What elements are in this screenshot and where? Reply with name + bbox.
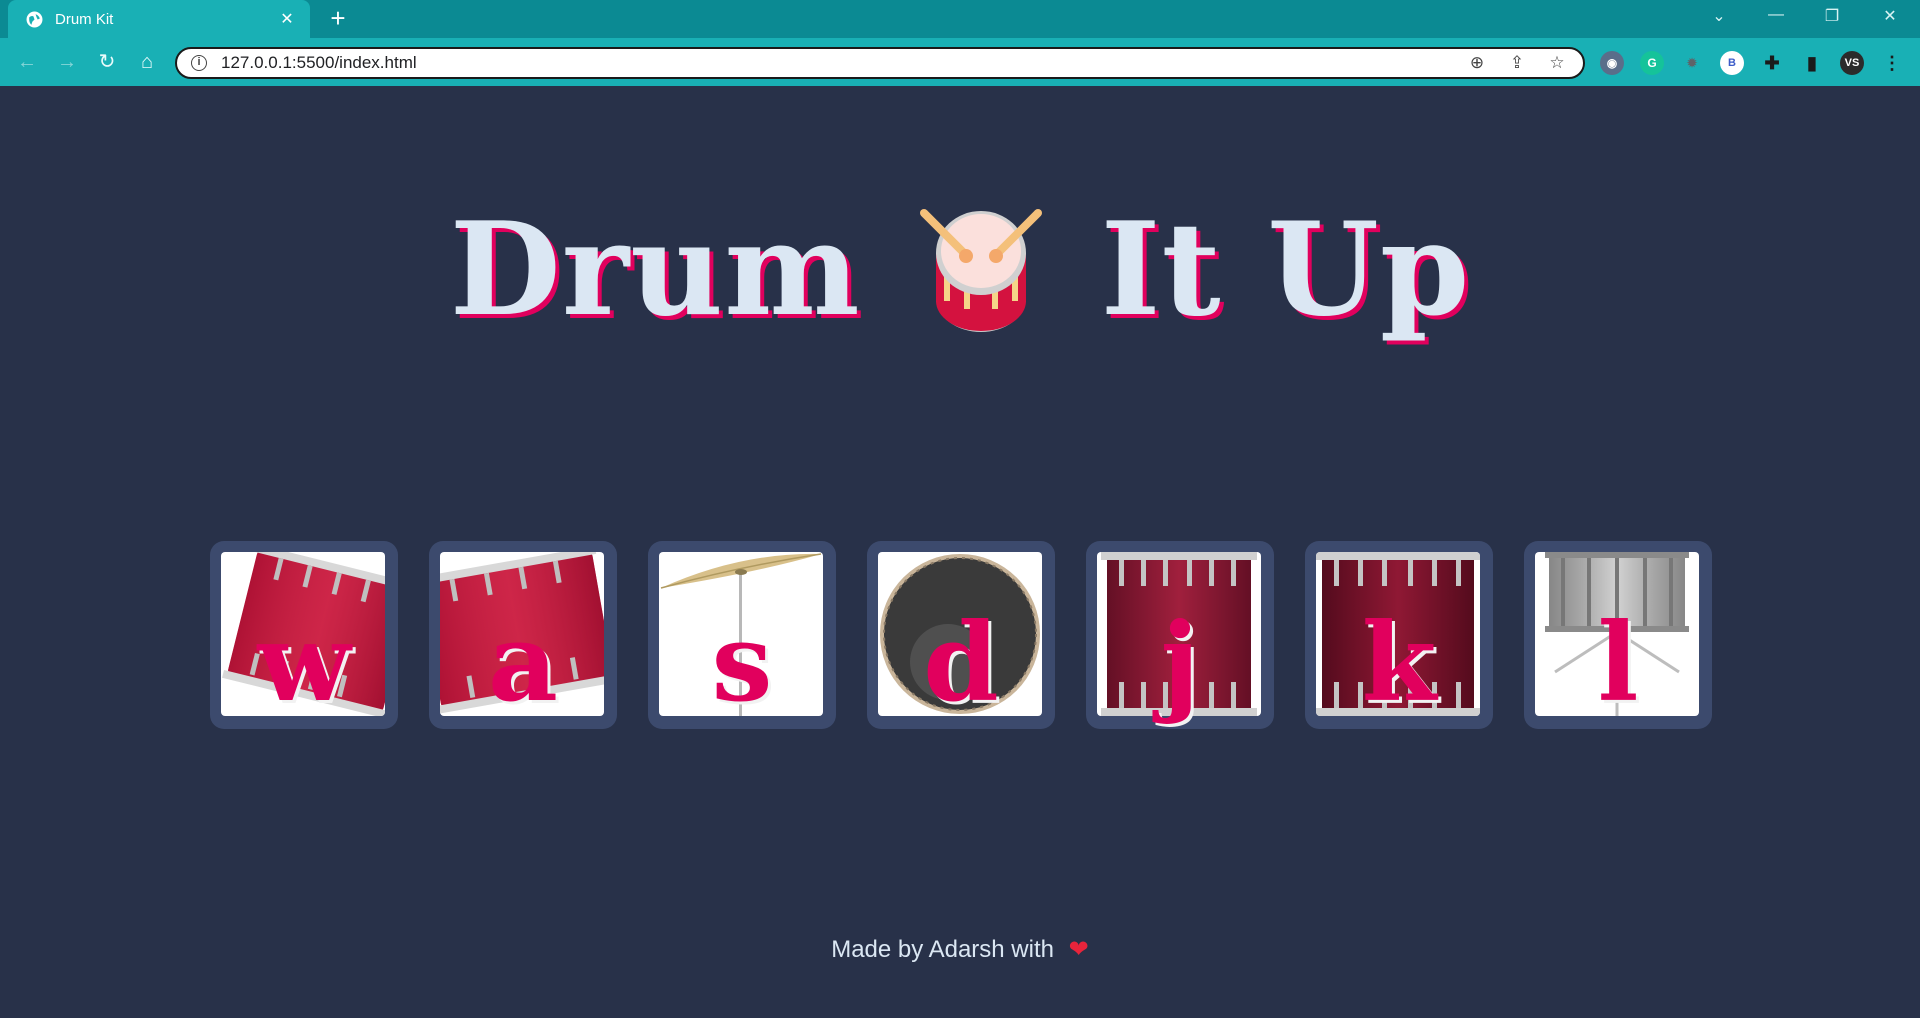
drum-key-l[interactable]: l <box>1524 541 1712 729</box>
key-letter: k <box>1361 600 1437 726</box>
home-icon[interactable]: ⌂ <box>135 50 159 74</box>
drum-key-j[interactable]: j <box>1086 541 1274 729</box>
extensions-puzzle-icon[interactable]: ✚ <box>1760 51 1784 75</box>
forward-icon[interactable]: → <box>55 50 79 74</box>
address-url[interactable]: 127.0.0.1:5500/index.html <box>221 53 1449 73</box>
key-letter: d <box>923 600 999 726</box>
footer-text: Made by Adarsh with <box>831 936 1054 963</box>
profile-avatar[interactable]: VS <box>1840 51 1864 75</box>
side-panel-icon[interactable]: ▮ <box>1800 51 1824 75</box>
drum-key-k[interactable]: k <box>1305 541 1493 729</box>
drum-icon <box>919 208 1042 332</box>
browser-tab-drum-kit[interactable]: Drum Kit ✕ <box>8 0 310 38</box>
key-letter: a <box>488 600 558 726</box>
extension-owl-icon[interactable]: ◉ <box>1600 51 1624 75</box>
browser-tab-bar: Drum Kit ✕ + ⌄ — ❐ ✕ <box>0 0 1920 38</box>
key-letter: s <box>711 600 773 726</box>
address-bar[interactable]: i 127.0.0.1:5500/index.html ⊕ ⇪ ☆ <box>175 47 1585 79</box>
back-icon[interactable]: ← <box>15 50 39 74</box>
site-info-icon[interactable]: i <box>191 55 207 71</box>
page-title: Drum It Up <box>0 190 1920 350</box>
extension-bug-icon[interactable]: ✹ <box>1680 51 1704 75</box>
drum-pad-row: w a s d j k l <box>210 541 1712 729</box>
key-letter: j <box>1160 600 1200 726</box>
bookmark-star-icon[interactable]: ☆ <box>1545 53 1569 73</box>
close-tab-icon[interactable]: ✕ <box>278 9 296 29</box>
heart-icon: ❤ <box>1068 936 1089 963</box>
drum-key-s[interactable]: s <box>648 541 836 729</box>
globe-icon <box>26 11 43 27</box>
restore-icon[interactable]: ❐ <box>1818 6 1846 26</box>
key-letter: l <box>1597 600 1639 726</box>
tab-search-icon[interactable]: ⌄ <box>1705 6 1733 26</box>
drum-key-w[interactable]: w <box>210 541 398 729</box>
reload-icon[interactable]: ↻ <box>95 50 119 74</box>
extension-b-icon[interactable]: B <box>1720 51 1744 75</box>
key-letter: w <box>257 600 351 726</box>
share-icon[interactable]: ⇪ <box>1505 53 1529 73</box>
new-tab-button[interactable]: + <box>325 5 351 32</box>
heading-drum: Drum <box>449 195 861 345</box>
window-close-icon[interactable]: ✕ <box>1876 6 1904 26</box>
zoom-icon[interactable]: ⊕ <box>1465 53 1489 73</box>
footer: Made by Adarsh with ❤ <box>0 935 1920 964</box>
heading-it-up: It Up <box>1100 195 1471 345</box>
drum-key-d[interactable]: d <box>867 541 1055 729</box>
minimize-icon[interactable]: — <box>1762 6 1790 24</box>
tab-title: Drum Kit <box>55 10 114 28</box>
chrome-menu-icon[interactable]: ⋮ <box>1880 51 1904 75</box>
grammarly-icon[interactable]: G <box>1640 51 1664 75</box>
drum-key-a[interactable]: a <box>429 541 617 729</box>
